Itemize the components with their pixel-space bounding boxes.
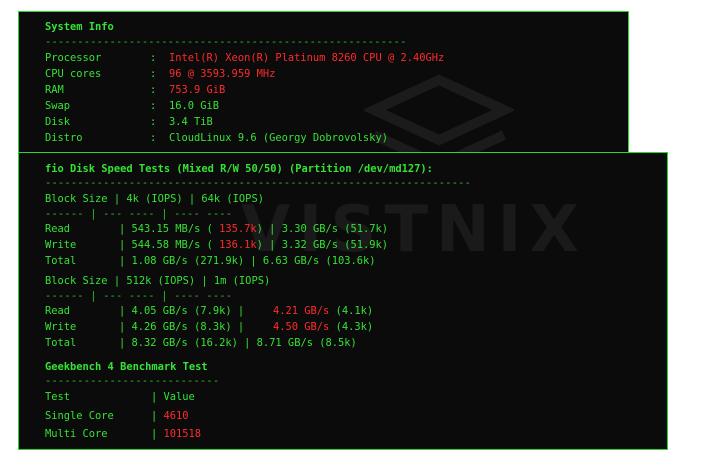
row-label: Write	[45, 321, 77, 333]
total-64k: 6.63 GB/s (103.6k)	[262, 255, 376, 267]
total-4k: 1.08 GB/s (271.9k)	[131, 255, 245, 267]
row-value: 753.9 GiB	[169, 84, 226, 96]
fio-title: fio Disk Speed Tests (Mixed R/W 50/50) (…	[45, 163, 433, 175]
write-1m-speed: 4.50 GB/s	[273, 321, 330, 333]
system-info-separator: ----------------------------------------…	[45, 36, 407, 48]
system-info-panel: System Info ----------------------------…	[18, 11, 629, 190]
read-1m-speed: 4.21 GB/s	[273, 305, 330, 317]
fio-separator: ----------------------------------------…	[45, 177, 472, 189]
row-value: Intel(R) Xeon(R) Platinum 8260 CPU @ 2.4…	[169, 52, 445, 64]
row-value: CloudLinux 9.6 (Georgy Dobrovolsky)	[169, 132, 388, 144]
row-value: 3.4 TiB	[169, 116, 213, 128]
row-label: CPU cores	[45, 68, 102, 80]
read-1m-iops: (4.1k)	[335, 305, 374, 317]
system-info-title: System Info	[45, 21, 114, 33]
write-iops: 136.1k	[219, 239, 257, 251]
row-colon: :	[150, 52, 157, 64]
col-test-header: Test	[45, 391, 71, 403]
write-speed: 544.58 MB/s	[131, 239, 201, 251]
geekbench-separator: ---------------------------	[45, 375, 220, 387]
row-label: Read	[45, 305, 71, 317]
row-colon: :	[150, 132, 157, 144]
total-1m: 8.71 GB/s (8.5k)	[256, 337, 357, 349]
read-64k: 3.30 GB/s (51.7k)	[281, 223, 389, 235]
block1-dashes: ------ | --- ---- | ---- ----	[45, 208, 233, 220]
row-value: 96 @ 3593.959 MHz	[169, 68, 276, 80]
write-512k: 4.26 GB/s (8.3k)	[131, 321, 232, 333]
read-iops: 135.7k	[219, 223, 257, 235]
geekbench-title: Geekbench 4 Benchmark Test	[45, 361, 208, 373]
row-label: Single Core	[45, 410, 114, 422]
benchmark-panel: VISTNIX fio Disk Speed Tests (Mixed R/W …	[18, 152, 668, 450]
row-colon: :	[150, 68, 157, 80]
col-value-header: Value	[163, 391, 195, 403]
multi-core-score: 101518	[163, 428, 202, 440]
row-label: Multi Core	[45, 428, 108, 440]
read-512k: 4.05 GB/s (7.9k)	[131, 305, 232, 317]
row-label: Disk	[45, 116, 71, 128]
row-label: Distro	[45, 132, 83, 144]
row-label: Swap	[45, 100, 71, 112]
write-64k: 3.32 GB/s (51.9k)	[281, 239, 389, 251]
read-speed: 543.15 MB/s	[131, 223, 201, 235]
row-label: Processor	[45, 52, 102, 64]
total-512k: 8.32 GB/s (16.2k)	[131, 337, 238, 349]
block2-dashes: ------ | --- ---- | ---- ----	[45, 290, 233, 302]
row-label: Total	[45, 337, 77, 349]
row-label: RAM	[45, 84, 64, 96]
row-value: 16.0 GiB	[169, 100, 220, 112]
block1-header: Block Size | 4k (IOPS) | 64k (IOPS)	[45, 193, 264, 205]
row-label: Total	[45, 255, 77, 267]
write-1m-iops: (4.3k)	[335, 321, 374, 333]
single-core-score: 4610	[163, 410, 189, 422]
row-colon: :	[150, 100, 157, 112]
row-label: Write	[45, 239, 77, 251]
row-colon: :	[150, 84, 157, 96]
row-colon: :	[150, 116, 157, 128]
row-label: Read	[45, 223, 71, 235]
block2-header: Block Size | 512k (IOPS) | 1m (IOPS)	[45, 275, 271, 287]
